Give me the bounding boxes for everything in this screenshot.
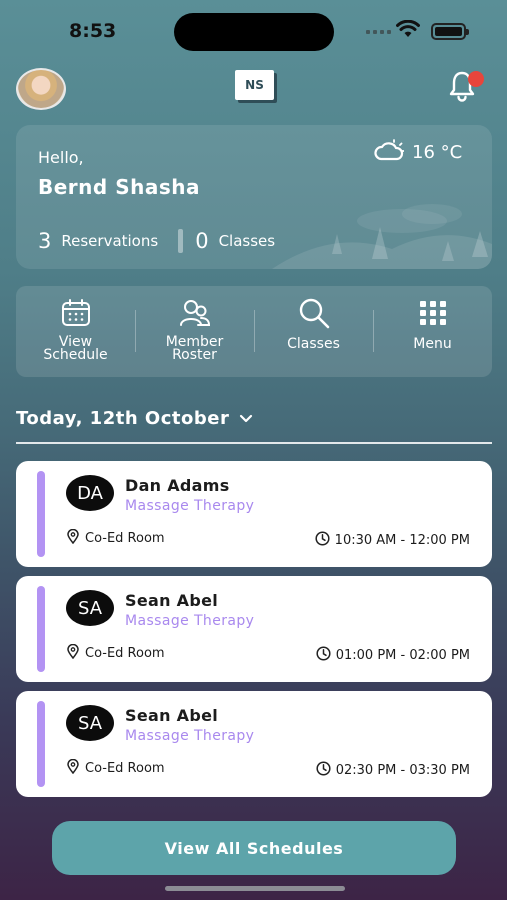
time-label: 01:00 PM - 02:00 PM — [335, 648, 470, 663]
dynamic-island — [174, 13, 334, 51]
reservations-label: Reservations — [61, 232, 159, 250]
battery-icon — [431, 23, 469, 40]
classes-count: 0 — [195, 229, 209, 253]
location: Co-Ed Room — [67, 528, 165, 548]
appointment-accent-bar — [37, 701, 45, 787]
view-schedule-button[interactable]: View Schedule — [16, 286, 135, 377]
service-name: Massage Therapy — [125, 498, 255, 514]
time-label: 10:30 AM - 12:00 PM — [334, 533, 470, 548]
search-icon — [297, 298, 331, 329]
member-roster-label: Member Roster — [165, 334, 224, 363]
map-pin-icon — [67, 643, 79, 663]
home-indicator[interactable] — [165, 886, 345, 891]
view-all-schedules-button[interactable]: View All Schedules — [52, 821, 456, 875]
quick-actions: View Schedule Member Roster Classes Menu — [16, 286, 492, 377]
menu-label: Menu — [413, 336, 452, 352]
time-range: 10:30 AM - 12:00 PM — [315, 531, 470, 550]
status-time: 8:53 — [69, 20, 117, 42]
calendar-icon — [61, 298, 91, 328]
location: Co-Ed Room — [67, 643, 165, 663]
app-logo: NS — [235, 70, 274, 100]
classes-label: Classes — [218, 232, 276, 250]
appointment-accent-bar — [37, 586, 45, 672]
appointment-accent-bar — [37, 471, 45, 557]
location-label: Co-Ed Room — [85, 531, 165, 546]
user-name: Bernd Shasha — [38, 175, 200, 199]
appointment-card[interactable]: DA Dan Adams Massage Therapy Co-Ed Room … — [16, 461, 492, 567]
clock-icon — [315, 531, 330, 550]
map-pin-icon — [67, 758, 79, 778]
cellular-signal-icon — [366, 30, 391, 34]
member-roster-button[interactable]: Member Roster — [135, 286, 254, 377]
weather-widget: 16 °C — [374, 139, 462, 166]
client-name: Dan Adams — [125, 476, 230, 495]
clock-icon — [316, 761, 331, 780]
status-bar: 8:53 — [0, 0, 507, 60]
appointment-card[interactable]: SA Sean Abel Massage Therapy Co-Ed Room … — [16, 576, 492, 682]
scenery-illustration — [272, 204, 492, 269]
date-divider — [16, 442, 492, 444]
client-name: Sean Abel — [125, 706, 219, 725]
wifi-icon — [396, 19, 420, 42]
classes-button[interactable]: Classes — [254, 286, 373, 377]
location-label: Co-Ed Room — [85, 761, 165, 776]
stats-divider — [178, 229, 184, 253]
greeting-card: Hello, Bernd Shasha 16 °C 3 Reservations… — [16, 125, 492, 269]
service-name: Massage Therapy — [125, 613, 255, 629]
greeting-hello: Hello, — [38, 148, 84, 167]
time-range: 01:00 PM - 02:00 PM — [316, 646, 470, 665]
avatar[interactable] — [16, 68, 66, 110]
location-label: Co-Ed Room — [85, 646, 165, 661]
client-initials-avatar: SA — [66, 590, 114, 626]
map-pin-icon — [67, 528, 79, 548]
date-label: Today, 12th October — [16, 408, 230, 429]
appointment-card[interactable]: SA Sean Abel Massage Therapy Co-Ed Room … — [16, 691, 492, 797]
chevron-down-icon — [239, 408, 253, 429]
client-initials-avatar: DA — [66, 475, 114, 511]
service-name: Massage Therapy — [125, 728, 255, 744]
reservations-count: 3 — [38, 229, 52, 253]
cloud-sun-icon — [374, 139, 405, 166]
menu-button[interactable]: Menu — [373, 286, 492, 377]
time-label: 02:30 PM - 03:30 PM — [335, 763, 470, 778]
users-icon — [179, 298, 211, 328]
date-selector[interactable]: Today, 12th October — [16, 408, 253, 429]
view-schedule-label: View Schedule — [43, 334, 108, 363]
temperature: 16 °C — [412, 142, 463, 163]
classes-action-label: Classes — [287, 336, 340, 352]
time-range: 02:30 PM - 03:30 PM — [316, 761, 470, 780]
grid-icon — [419, 298, 447, 328]
stats-row: 3 Reservations 0 Classes — [38, 229, 275, 253]
clock-icon — [316, 646, 331, 665]
notification-badge — [468, 71, 484, 87]
location: Co-Ed Room — [67, 758, 165, 778]
client-initials-avatar: SA — [66, 705, 114, 741]
client-name: Sean Abel — [125, 591, 219, 610]
